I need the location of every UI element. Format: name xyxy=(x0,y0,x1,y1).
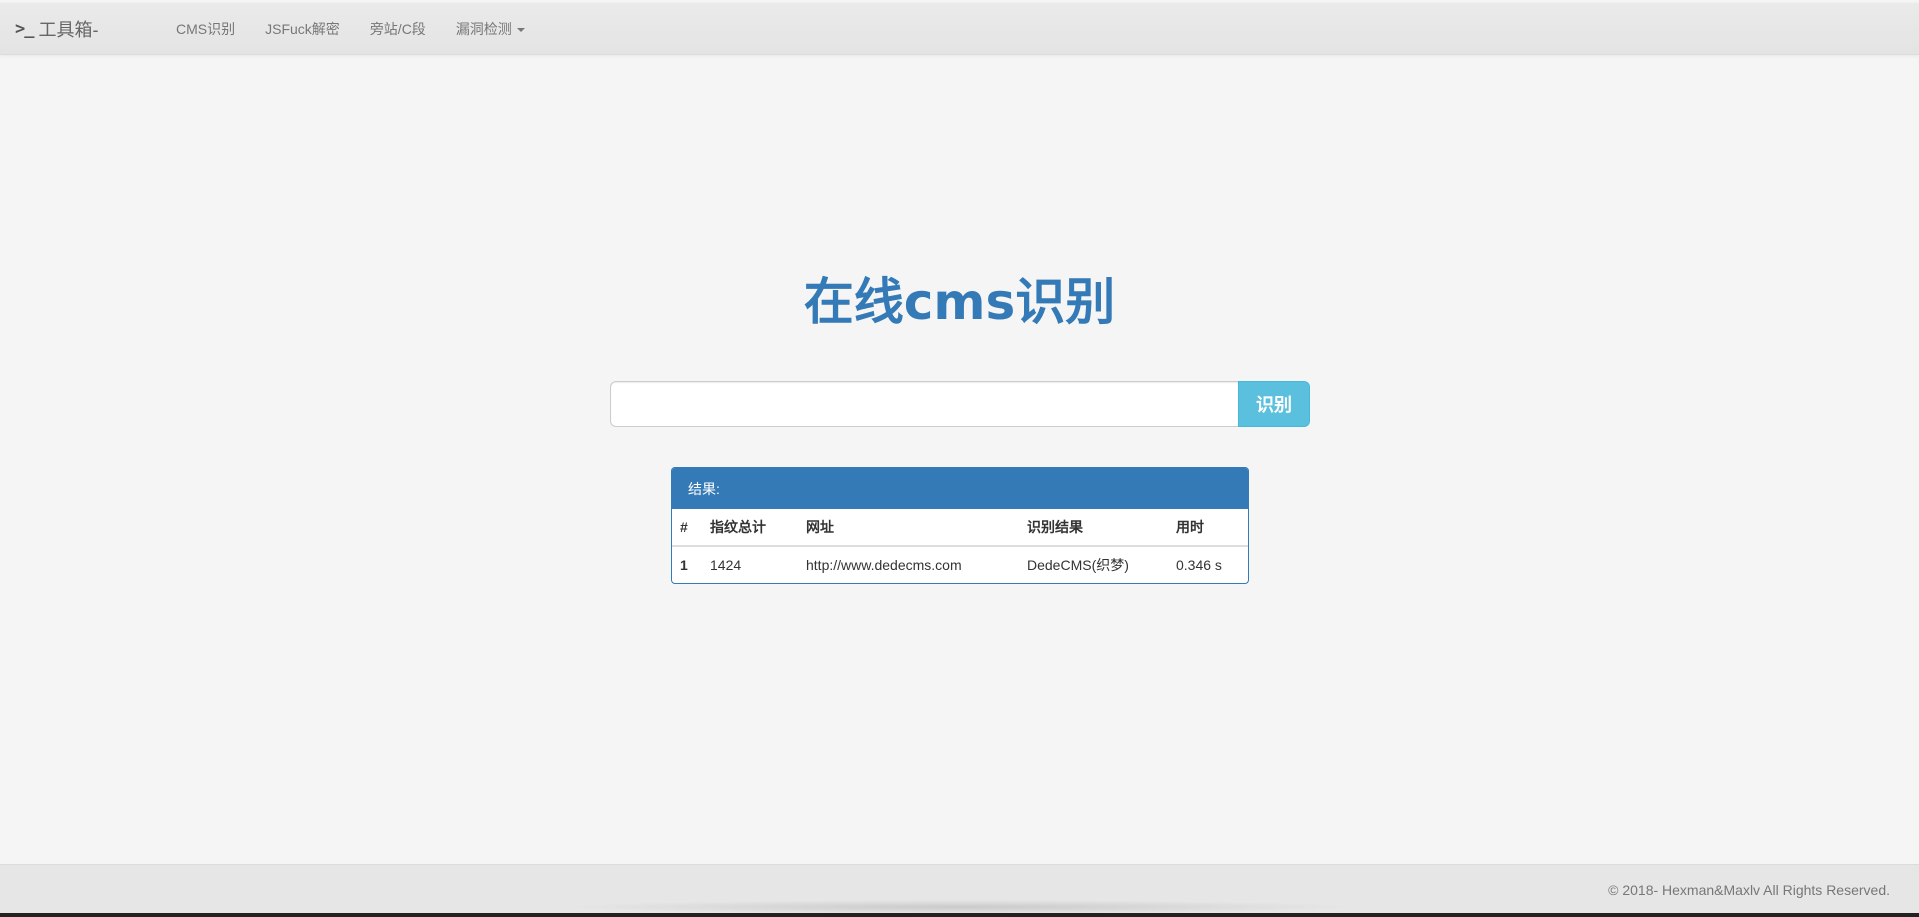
search-group: 识别 xyxy=(610,381,1310,427)
column-header: 网址 xyxy=(798,509,1019,547)
result-heading: 结果: xyxy=(672,468,1248,509)
table-cell: 1424 xyxy=(710,557,742,573)
table-cell: http://www.dedecms.com xyxy=(806,557,962,573)
nav-item-label: 漏洞检测 xyxy=(455,20,512,37)
column-header: # xyxy=(672,509,702,547)
nav-item-cms[interactable]: CMS识别 xyxy=(161,19,250,39)
result-table: # 指纹总计 网址 识别结果 用时 1 1424 http://www.dede… xyxy=(672,509,1248,583)
url-input[interactable] xyxy=(610,381,1238,427)
table-cell: DedeCMS(织梦) xyxy=(1027,557,1129,573)
nav-item-label: 旁站/C段 xyxy=(369,20,426,37)
nav-item-vuln-dropdown[interactable]: 漏洞检测 xyxy=(441,19,540,39)
column-header: 指纹总计 xyxy=(702,509,798,547)
nav-item-jsfuck[interactable]: JSFuck解密 xyxy=(250,19,355,39)
table-cell: 1 xyxy=(680,557,688,573)
nav-item-label: CMS识别 xyxy=(176,20,236,37)
terminal-icon: >_ xyxy=(15,18,35,39)
bottom-strip xyxy=(0,913,1919,917)
table-header-row: # 指纹总计 网址 识别结果 用时 xyxy=(672,509,1248,547)
table-cell: 0.346 s xyxy=(1176,557,1222,573)
table-row: 1 1424 http://www.dedecms.com DedeCMS(织梦… xyxy=(672,546,1248,583)
page-title: 在线cms识别 xyxy=(803,273,1116,331)
nav-menu: CMS识别 JSFuck解密 旁站/C段 漏洞检测 xyxy=(161,19,540,39)
identify-button[interactable]: 识别 xyxy=(1238,381,1310,427)
copyright-text: © 2018- Hexman&Maxlv All Rights Reserved… xyxy=(1608,882,1890,898)
brand-text: 工具箱- xyxy=(38,19,99,40)
top-navbar: >_ 工具箱- CMS识别 JSFuck解密 旁站/C段 漏洞检测 xyxy=(0,3,1919,55)
nav-item-sidesite[interactable]: 旁站/C段 xyxy=(355,19,441,39)
column-header: 识别结果 xyxy=(1019,509,1168,547)
result-panel: 结果: # 指纹总计 网址 识别结果 用时 1 1424 http://www.… xyxy=(671,467,1249,584)
bottom-shadow xyxy=(560,900,1360,914)
brand[interactable]: >_ 工具箱- xyxy=(15,16,135,42)
nav-item-label: JSFuck解密 xyxy=(265,20,340,37)
column-header: 用时 xyxy=(1168,509,1248,547)
caret-down-icon xyxy=(516,27,525,32)
